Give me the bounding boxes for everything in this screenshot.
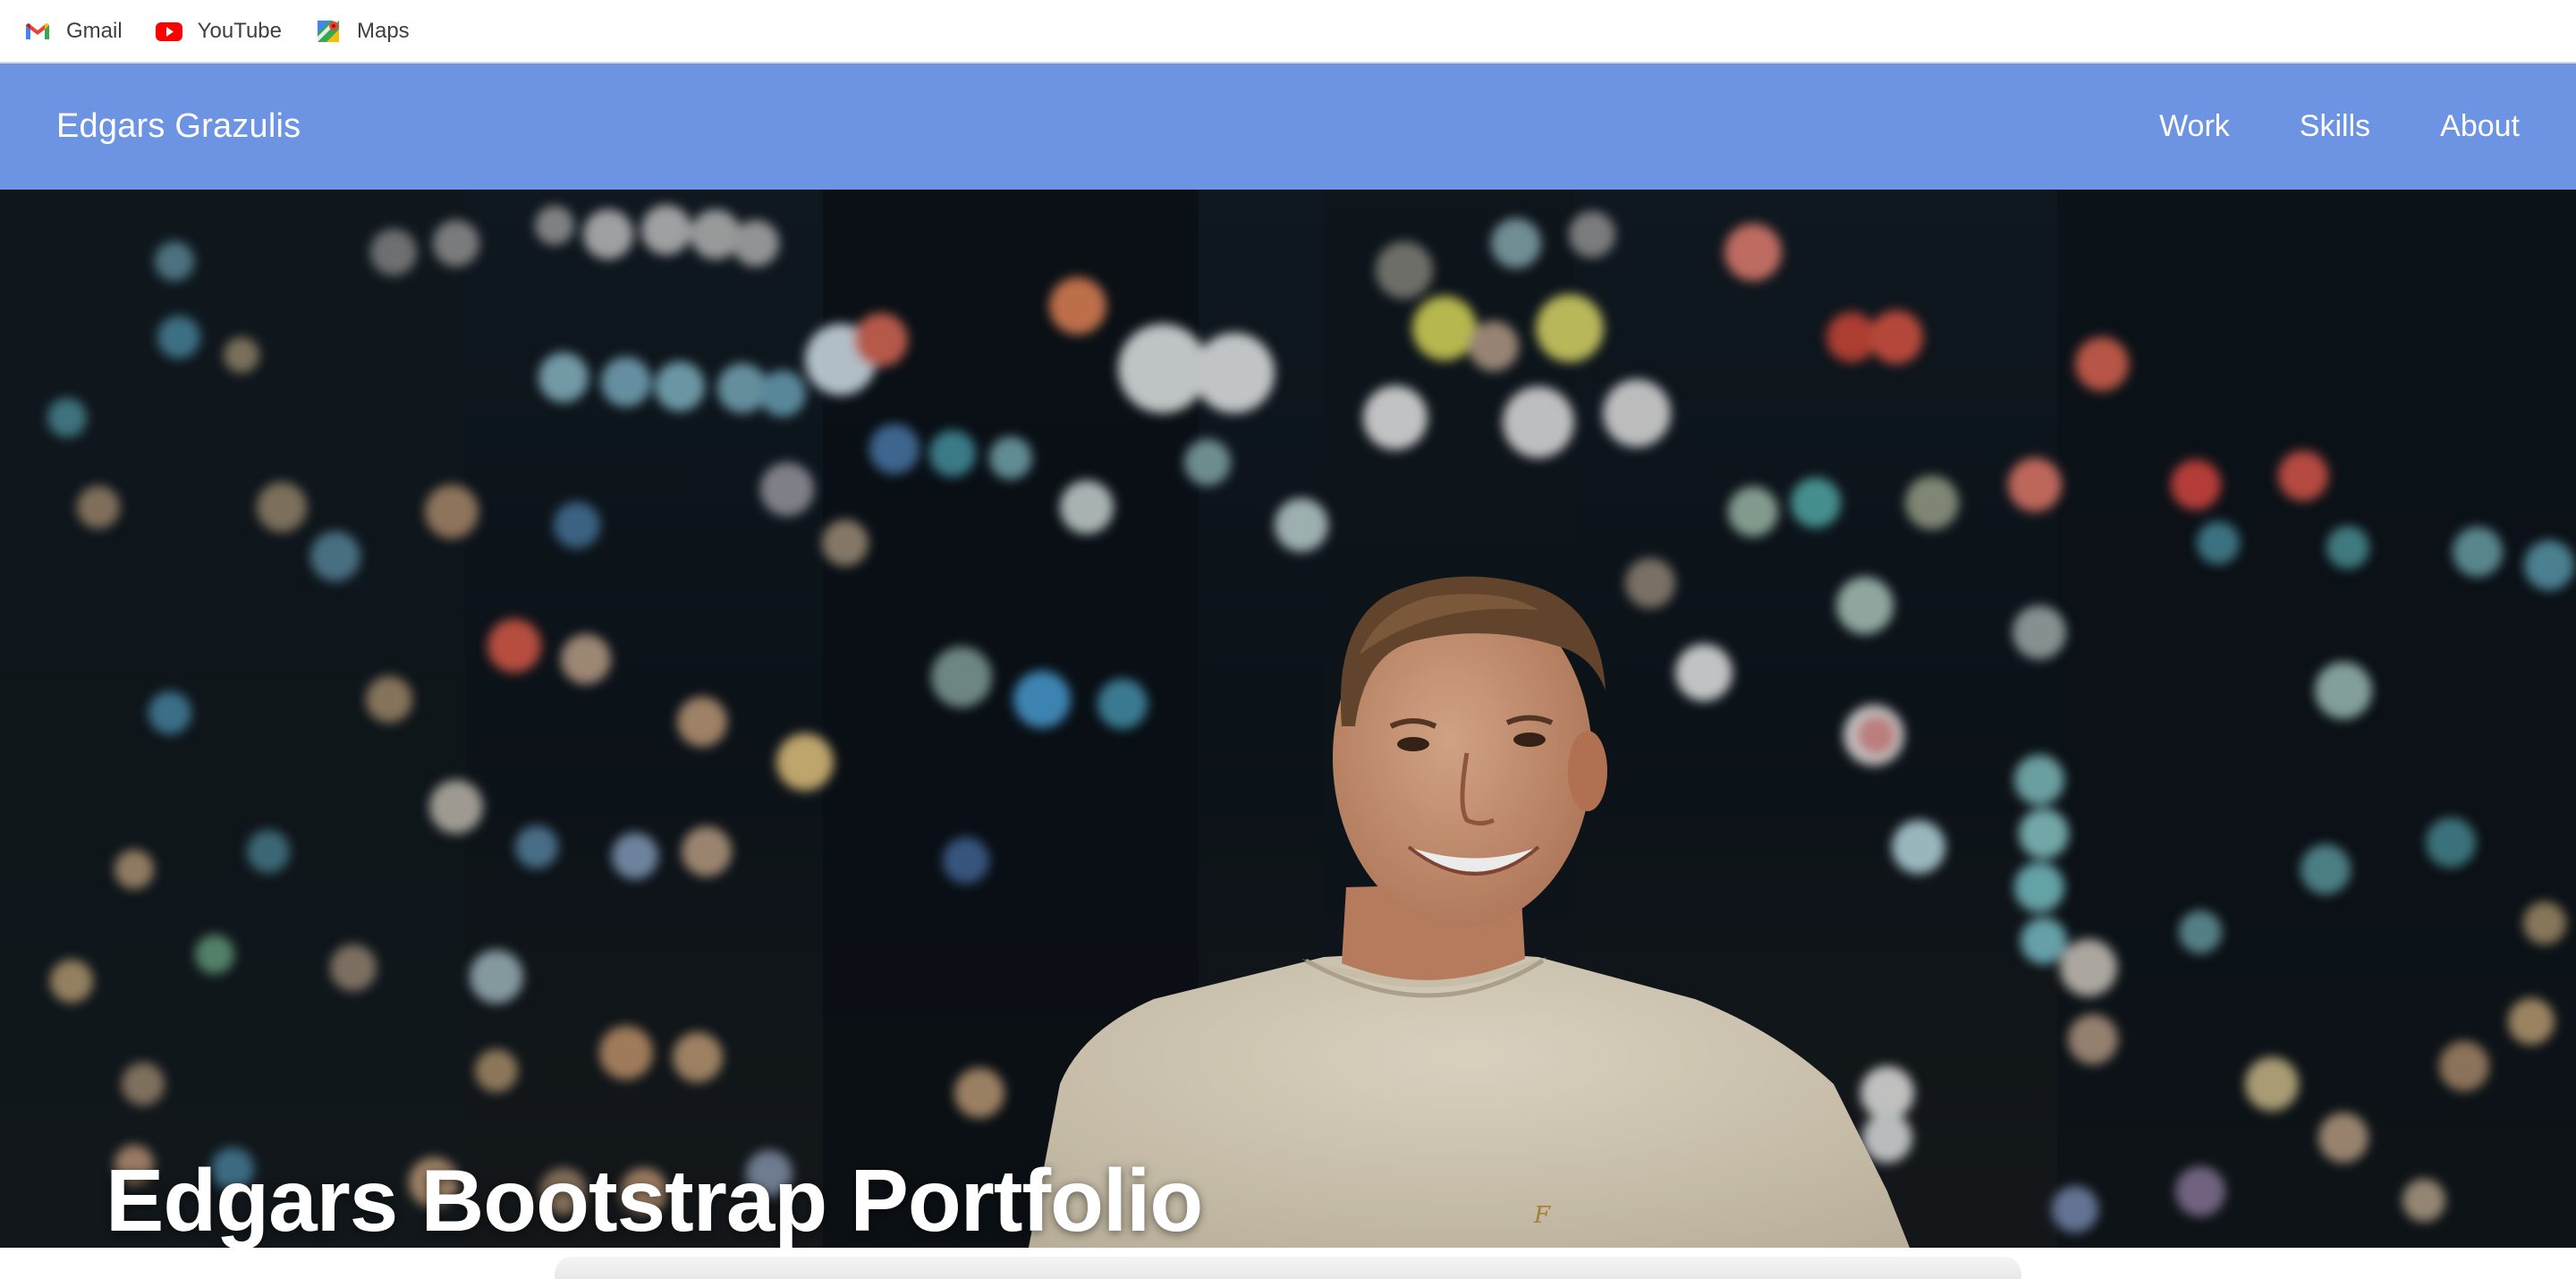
hero-section: F Edgars Bootstrap Portfolio xyxy=(0,190,2576,1248)
nav-link-skills[interactable]: Skills xyxy=(2300,109,2370,144)
bookmark-label: YouTube xyxy=(197,18,282,43)
bookmark-youtube[interactable]: YouTube xyxy=(155,17,282,46)
navbar-brand[interactable]: Edgars Grazulis xyxy=(56,107,301,146)
hero-title: Edgars Bootstrap Portfolio xyxy=(106,1151,1203,1248)
maps-icon xyxy=(314,17,343,46)
bookmarks-bar: Gmail YouTube Maps xyxy=(0,0,2576,64)
bookmark-label: Gmail xyxy=(66,18,123,43)
bookmark-label: Maps xyxy=(356,18,410,43)
bookmark-maps[interactable]: Maps xyxy=(314,17,410,46)
gmail-icon xyxy=(23,17,52,46)
nav-link-about[interactable]: About xyxy=(2440,109,2520,144)
nav-link-work[interactable]: Work xyxy=(2159,109,2230,144)
bookmark-gmail[interactable]: Gmail xyxy=(23,17,123,46)
youtube-icon xyxy=(155,17,183,46)
page-bottom-edge xyxy=(0,1248,2576,1279)
site-navbar: Edgars Grazulis Work Skills About xyxy=(0,64,2576,190)
content-card-edge xyxy=(555,1257,2021,1279)
hero-background-image: F xyxy=(0,190,2576,1248)
nav-links: Work Skills About xyxy=(2089,109,2520,144)
